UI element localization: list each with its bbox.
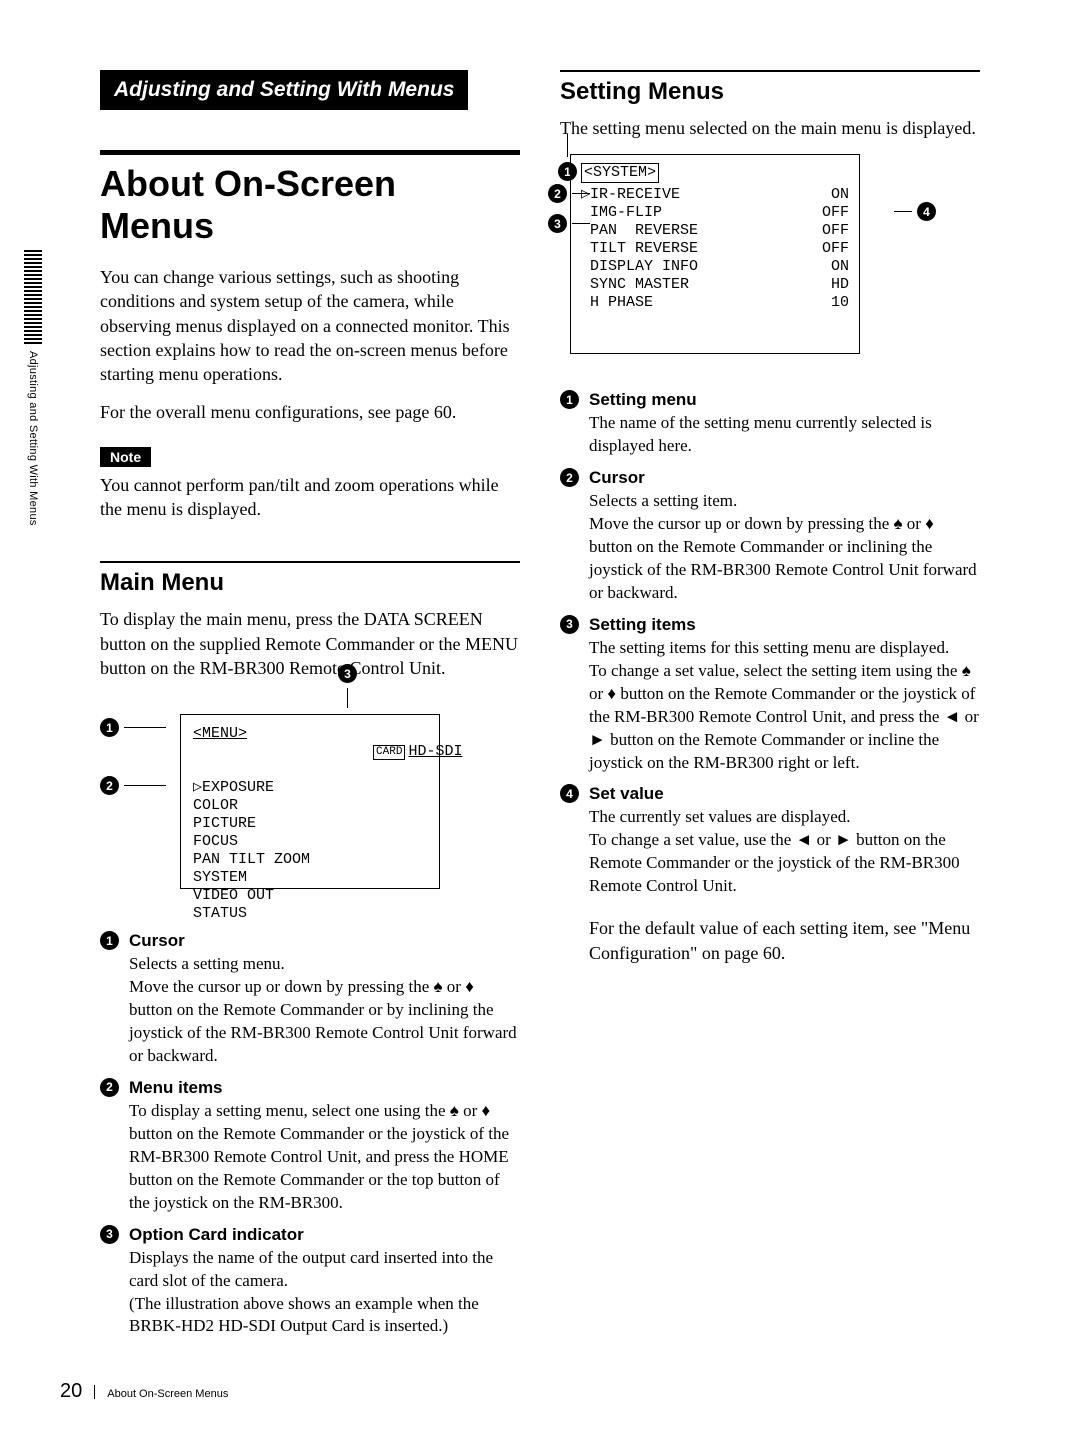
note-label: Note xyxy=(100,447,151,467)
menu-item: PAN TILT ZOOM xyxy=(193,851,431,869)
menu-item: FOCUS xyxy=(193,833,431,851)
callout-2: 2 xyxy=(100,776,166,795)
setting-row: DISPLAY INFOON xyxy=(581,258,849,276)
side-tab: Adjusting and Setting With Menus xyxy=(18,250,48,526)
tab-text: Adjusting and Setting With Menus xyxy=(27,351,39,526)
main-menu-screen: <MENU> CARDHD-SDI ▷EXPOSURE COLOR PICTUR… xyxy=(180,714,440,889)
page-number: 20 xyxy=(60,1380,82,1403)
item-body: Selects a setting item. Move the cursor … xyxy=(589,490,980,605)
callout-badge-1: 1 xyxy=(100,718,119,737)
item-title: Set value xyxy=(589,784,980,804)
page: Adjusting and Setting With Menus Adjusti… xyxy=(0,0,1080,1441)
item-body: Displays the name of the output card ins… xyxy=(129,1247,520,1339)
h1-rule xyxy=(100,150,520,155)
item-title: Menu items xyxy=(129,1078,520,1098)
item-title: Setting menu xyxy=(589,390,980,410)
setting-items-list: 1 Setting menu The name of the setting m… xyxy=(560,380,980,902)
card-indicator: CARDHD-SDI xyxy=(247,725,462,779)
h2-rule xyxy=(100,561,520,563)
item-1: 1 Cursor Selects a setting menu. Move th… xyxy=(100,931,520,1068)
item-3: 3 Setting items The setting items for th… xyxy=(560,615,980,775)
item-badge-1: 1 xyxy=(560,390,579,409)
menu-item: VIDEO OUT xyxy=(193,887,431,905)
item-body: The setting items for this setting menu … xyxy=(589,637,980,775)
setting-menus-heading: Setting Menus xyxy=(560,78,980,106)
item-title: Option Card indicator xyxy=(129,1225,520,1245)
right-column: Setting Menus The setting menu selected … xyxy=(560,70,980,1342)
item-badge-2: 2 xyxy=(100,1078,119,1097)
item-1: 1 Setting menu The name of the setting m… xyxy=(560,390,980,458)
callout-3: 3 xyxy=(338,664,357,708)
h2-rule xyxy=(560,70,980,72)
menu-item: SYSTEM xyxy=(193,869,431,887)
setting-row: IMG-FLIPOFF xyxy=(581,204,849,222)
item-body: To display a setting menu, select one us… xyxy=(129,1100,520,1215)
callout-badge-2: 2 xyxy=(100,776,119,795)
item-title: Setting items xyxy=(589,615,980,635)
setting-row: SYNC MASTERHD xyxy=(581,276,849,294)
item-4: 4 Set value The currently set values are… xyxy=(560,784,980,898)
intro-text: You can change various settings, such as… xyxy=(100,265,520,386)
item-badge-3: 3 xyxy=(100,1225,119,1244)
footer-divider-icon xyxy=(94,1385,95,1399)
setting-row: PAN REVERSEOFF xyxy=(581,222,849,240)
item-2: 2 Menu items To display a setting menu, … xyxy=(100,1078,520,1215)
callout-badge-2: 2 xyxy=(548,184,567,203)
menu-item: ▷EXPOSURE xyxy=(193,779,431,797)
tab-marker-icon xyxy=(24,250,42,345)
note-text: You cannot perform pan/tilt and zoom ope… xyxy=(100,473,520,522)
item-body: The name of the setting menu currently s… xyxy=(589,412,980,458)
setting-menu-screen: <SYSTEM> ▷IR-RECEIVEON IMG-FLIPOFF PAN R… xyxy=(570,154,860,354)
setting-intro: The setting menu selected on the main me… xyxy=(560,116,980,140)
item-2: 2 Cursor Selects a setting item. Move th… xyxy=(560,468,980,605)
page-footer: 20 About On-Screen Menus xyxy=(60,1380,228,1403)
callout-4: 4 xyxy=(894,202,936,221)
page-label: About On-Screen Menus xyxy=(107,1388,228,1400)
item-3: 3 Option Card indicator Displays the nam… xyxy=(100,1225,520,1339)
item-badge-2: 2 xyxy=(560,468,579,487)
main-menu-items-list: 1 Cursor Selects a setting menu. Move th… xyxy=(100,921,520,1342)
callout-badge-4: 4 xyxy=(917,202,936,221)
setting-menu-illustration: 1 2 3 4 <SYSTEM> ▷IR-RECEIVEON xyxy=(570,154,900,354)
setting-row: TILT REVERSEOFF xyxy=(581,240,849,258)
menu-title: <SYSTEM> xyxy=(581,163,659,183)
item-body: The currently set values are displayed. … xyxy=(589,806,980,898)
item-title: Cursor xyxy=(589,468,980,488)
card-label: CARD xyxy=(373,745,405,760)
callout-1: 1 xyxy=(100,718,166,737)
menu-title: <MENU> xyxy=(193,725,247,779)
default-ref-text: For the default value of each setting it… xyxy=(589,916,980,965)
main-menu-illustration: 3 <MENU> CARDHD-SDI ▷EXPOSURE COLOR PICT… xyxy=(160,694,460,917)
page-title: About On-Screen Menus xyxy=(100,163,520,247)
item-badge-3: 3 xyxy=(560,615,579,634)
menu-item: PICTURE xyxy=(193,815,431,833)
main-menu-heading: Main Menu xyxy=(100,569,520,597)
callout-badge-3: 3 xyxy=(548,214,567,233)
setting-row: ▷IR-RECEIVEON xyxy=(581,186,849,204)
item-body: Selects a setting menu. Move the cursor … xyxy=(129,953,520,1068)
callout-badge-3: 3 xyxy=(338,664,357,683)
menu-item: COLOR xyxy=(193,797,431,815)
left-column: Adjusting and Setting With Menus About O… xyxy=(100,70,520,1342)
section-label: Adjusting and Setting With Menus xyxy=(100,70,468,110)
main-menu-intro: To display the main menu, press the DATA… xyxy=(100,607,520,680)
menu-item: STATUS xyxy=(193,905,431,923)
setting-row: H PHASE10 xyxy=(581,294,849,312)
item-title: Cursor xyxy=(129,931,520,951)
item-badge-4: 4 xyxy=(560,784,579,803)
item-badge-1: 1 xyxy=(100,931,119,950)
config-ref-text: For the overall menu configurations, see… xyxy=(100,400,520,424)
card-value: HD-SDI xyxy=(408,743,462,760)
